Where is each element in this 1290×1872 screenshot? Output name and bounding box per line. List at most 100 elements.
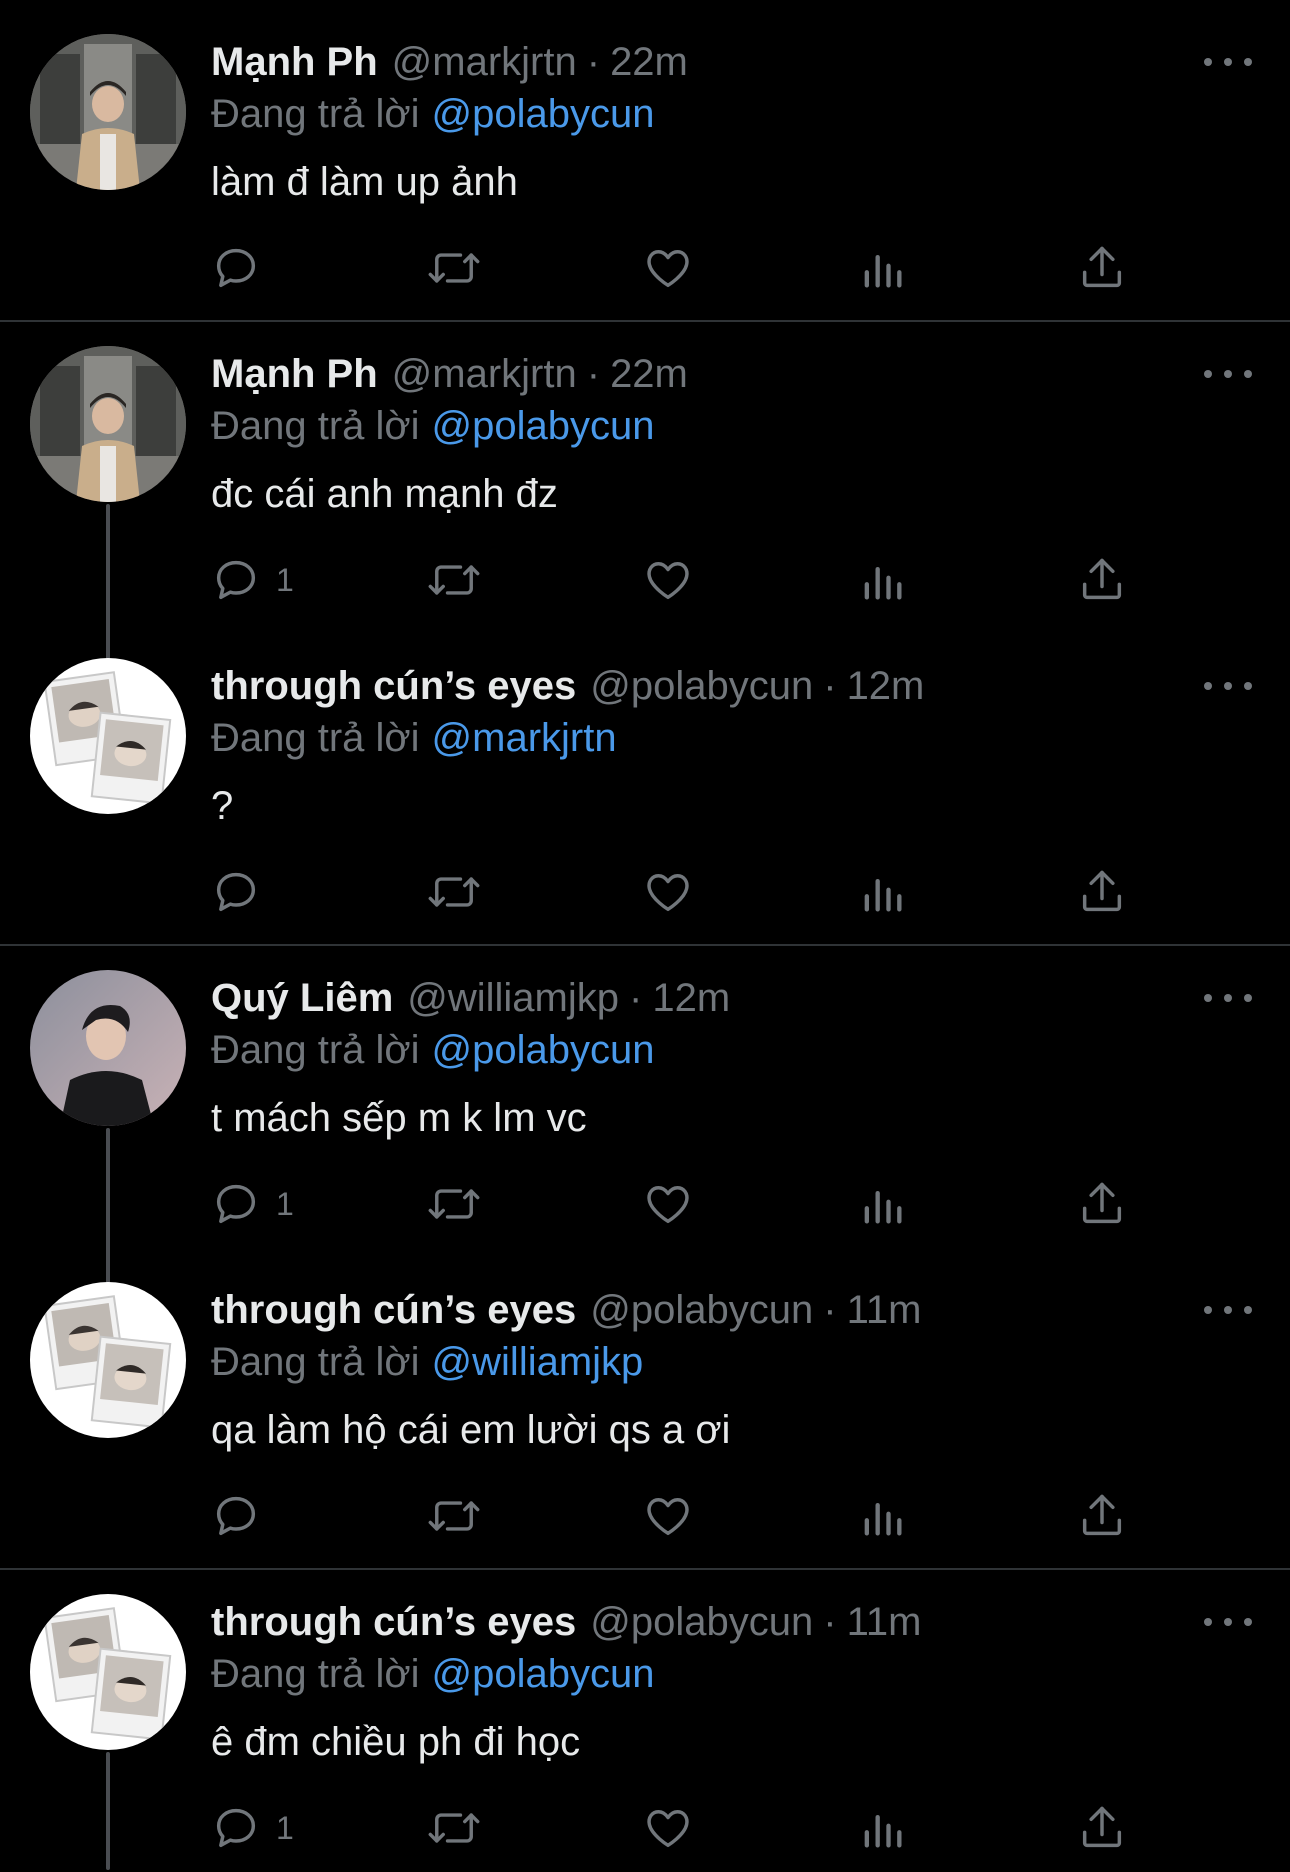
reply-button[interactable]	[210, 862, 276, 922]
timestamp[interactable]: 12m	[847, 658, 925, 714]
more-icon[interactable]	[1204, 986, 1252, 1010]
display-name[interactable]: Mạnh Ph	[211, 346, 378, 402]
reply-button[interactable]: 1	[210, 550, 294, 610]
share-button[interactable]	[1076, 1486, 1128, 1546]
heart-icon	[647, 250, 689, 288]
views-button[interactable]	[860, 238, 904, 298]
replying-to: Đang trả lời @polabycun	[211, 398, 655, 454]
like-button[interactable]	[642, 550, 694, 610]
tweet-text: ?	[211, 784, 234, 828]
mention-link[interactable]: @markjrtn	[432, 716, 617, 760]
like-button[interactable]	[642, 238, 694, 298]
retweet-icon	[428, 253, 480, 283]
username[interactable]: @polabycun	[590, 1594, 813, 1650]
display-name[interactable]: Mạnh Ph	[211, 34, 378, 90]
display-name[interactable]: Quý Liêm	[211, 970, 393, 1026]
tweet[interactable]: Mạnh Ph @markjrtn · 22m Đang trả lời @pol…	[0, 312, 1290, 624]
avatar[interactable]	[30, 346, 186, 502]
reply-icon	[216, 1496, 256, 1536]
tweet-text: làm đ làm up ảnh	[211, 160, 518, 204]
username[interactable]: @markjrtn	[392, 34, 577, 90]
like-button[interactable]	[642, 1798, 694, 1858]
views-icon	[864, 567, 902, 600]
display-name[interactable]: through cún’s eyes	[211, 1594, 576, 1650]
timestamp[interactable]: 22m	[610, 34, 688, 90]
display-name[interactable]: through cún’s eyes	[211, 1282, 576, 1338]
tweet[interactable]: through cún’s eyes @polabycun · 12m Đang…	[0, 624, 1290, 936]
tweet-actions: 1	[0, 1174, 1290, 1234]
timestamp[interactable]: 22m	[610, 346, 688, 402]
retweet-button[interactable]	[426, 1486, 482, 1546]
retweet-button[interactable]	[426, 1798, 482, 1858]
share-icon	[1082, 1806, 1122, 1848]
username[interactable]: @polabycun	[590, 658, 813, 714]
like-button[interactable]	[642, 1174, 694, 1234]
retweet-button[interactable]	[426, 1174, 482, 1234]
views-button[interactable]	[860, 862, 904, 922]
reply-count: 1	[276, 561, 294, 598]
heart-icon	[647, 1498, 689, 1536]
timestamp[interactable]: 11m	[847, 1594, 922, 1650]
more-icon[interactable]	[1204, 362, 1252, 386]
more-icon[interactable]	[1204, 674, 1252, 698]
avatar[interactable]	[30, 1594, 186, 1750]
mention-link[interactable]: @williamjkp	[432, 1340, 644, 1384]
retweet-icon	[428, 1813, 480, 1843]
reply-button[interactable]: 1	[210, 1798, 294, 1858]
views-icon	[864, 255, 902, 288]
heart-icon	[647, 562, 689, 600]
more-icon[interactable]	[1204, 1610, 1252, 1634]
more-icon[interactable]	[1204, 50, 1252, 74]
mention-link[interactable]: @polabycun	[432, 92, 655, 136]
views-button[interactable]	[860, 1798, 904, 1858]
retweet-button[interactable]	[426, 550, 482, 610]
views-button[interactable]	[860, 1174, 904, 1234]
replying-to: Đang trả lời @polabycun	[211, 1022, 655, 1078]
avatar[interactable]	[30, 658, 186, 814]
share-button[interactable]	[1076, 1174, 1128, 1234]
share-button[interactable]	[1076, 238, 1128, 298]
more-icon[interactable]	[1204, 1298, 1252, 1322]
avatar[interactable]	[30, 970, 186, 1126]
mention-link[interactable]: @polabycun	[432, 404, 655, 448]
replying-to: Đang trả lời @williamjkp	[211, 1334, 643, 1390]
tweet[interactable]: Mạnh Ph @markjrtn · 22m Đang trả lời @pol…	[0, 0, 1290, 312]
share-icon	[1082, 870, 1122, 912]
share-button[interactable]	[1076, 550, 1128, 610]
reply-icon	[216, 1808, 256, 1848]
views-icon	[864, 879, 902, 912]
tweet[interactable]: Quý Liêm @williamjkp · 12m Đang trả lời @…	[0, 936, 1290, 1248]
timestamp[interactable]: 11m	[847, 1282, 922, 1338]
mention-link[interactable]: @polabycun	[432, 1652, 655, 1696]
retweet-button[interactable]	[426, 238, 482, 298]
reply-icon	[216, 872, 256, 912]
reply-button[interactable]	[210, 238, 276, 298]
like-button[interactable]	[642, 862, 694, 922]
tweet-text: ê đm chiều ph đi học	[211, 1720, 581, 1764]
tweet[interactable]: through cún’s eyes @polabycun · 11m Đang…	[0, 1560, 1290, 1872]
tweet-header: Mạnh Ph @markjrtn · 22m	[211, 34, 688, 90]
reply-button[interactable]: 1	[210, 1174, 294, 1234]
retweet-button[interactable]	[426, 862, 482, 922]
like-button[interactable]	[642, 1486, 694, 1546]
retweet-icon	[428, 877, 480, 907]
share-icon	[1082, 1182, 1122, 1224]
username[interactable]: @williamjkp	[407, 970, 619, 1026]
tweet[interactable]: through cún’s eyes @polabycun · 11m Đang…	[0, 1248, 1290, 1560]
replying-label: Đang trả lời	[211, 1340, 420, 1384]
reply-button[interactable]	[210, 1486, 276, 1546]
mention-link[interactable]: @polabycun	[432, 1028, 655, 1072]
avatar[interactable]	[30, 34, 186, 190]
timestamp[interactable]: 12m	[652, 970, 730, 1026]
username[interactable]: @polabycun	[590, 1282, 813, 1338]
replying-label: Đang trả lời	[211, 92, 420, 136]
avatar[interactable]	[30, 1282, 186, 1438]
username[interactable]: @markjrtn	[392, 346, 577, 402]
separator: ·	[823, 1288, 837, 1332]
replying-label: Đang trả lời	[211, 404, 420, 448]
views-button[interactable]	[860, 1486, 904, 1546]
share-button[interactable]	[1076, 862, 1128, 922]
share-button[interactable]	[1076, 1798, 1128, 1858]
display-name[interactable]: through cún’s eyes	[211, 658, 576, 714]
views-button[interactable]	[860, 550, 904, 610]
